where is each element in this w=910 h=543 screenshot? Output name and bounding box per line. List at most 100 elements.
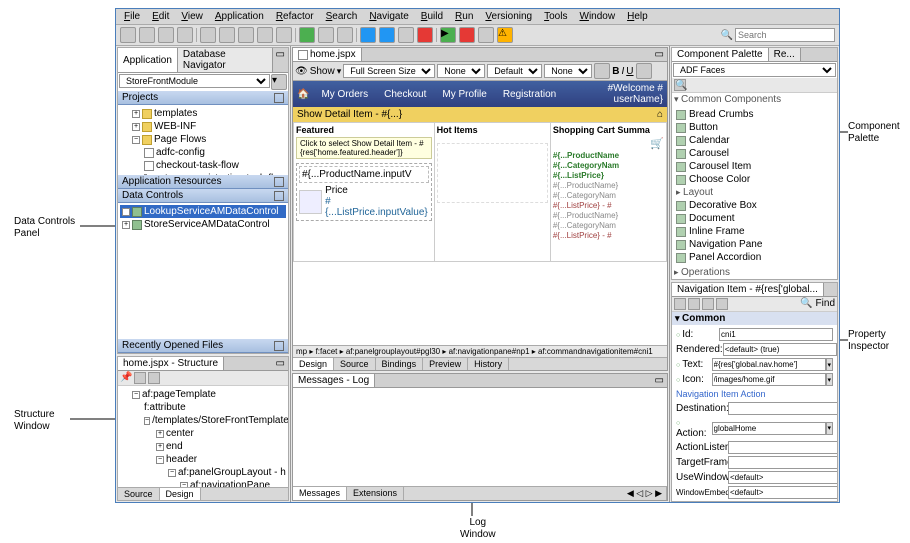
home-icon[interactable]: 🏠	[297, 89, 309, 100]
prop-wes-input[interactable]	[728, 486, 837, 499]
tab-property-inspector[interactable]: Navigation Item - #{res['global...	[672, 283, 824, 296]
app-resources-header[interactable]: Application Resources	[118, 175, 288, 189]
tree-flow[interactable]: checkout-task-flow	[120, 159, 286, 172]
prop-rendered-input[interactable]	[723, 343, 837, 356]
structure-tab-design[interactable]: Design	[160, 488, 201, 500]
editor-file-tab[interactable]: home.jspx	[293, 48, 362, 61]
pi-icon[interactable]	[702, 298, 714, 310]
editor-tab-bindings[interactable]: Bindings	[376, 358, 424, 370]
prop-uw-input[interactable]	[728, 471, 837, 484]
chevron-down-icon[interactable]: ▾	[826, 358, 833, 371]
palette-category[interactable]: ADF Faces	[673, 63, 836, 77]
menu-help[interactable]: Help	[627, 11, 648, 22]
menu-navigate[interactable]: Navigate	[369, 11, 408, 22]
tree-flow[interactable]: adfc-config	[120, 146, 286, 159]
menu-run[interactable]: Run	[455, 11, 473, 22]
nav-item[interactable]: My Orders	[317, 88, 372, 101]
italic-icon[interactable]: I	[621, 66, 624, 77]
save-icon[interactable]	[158, 27, 174, 43]
nav-item[interactable]: Registration	[499, 88, 560, 101]
style-select[interactable]: None	[437, 64, 485, 78]
tab-component-palette[interactable]: Component Palette	[672, 48, 769, 61]
pi-icon[interactable]	[716, 298, 728, 310]
chevron-down-icon[interactable]: ▾	[826, 422, 833, 435]
editor-tab-history[interactable]: History	[468, 358, 509, 370]
log-tab-extensions[interactable]: Extensions	[347, 487, 404, 500]
structure-node[interactable]: +end	[120, 440, 286, 453]
forward-icon[interactable]	[337, 27, 353, 43]
editor-tab-preview[interactable]: Preview	[423, 358, 468, 370]
component-item[interactable]: Carousel	[674, 147, 835, 160]
data-control-item[interactable]: +LookupServiceAMDataControl	[120, 205, 286, 218]
menu-versioning[interactable]: Versioning	[485, 11, 532, 22]
locale-select[interactable]: None	[544, 64, 592, 78]
tree-folder[interactable]: +WEB-INF	[120, 120, 286, 133]
project-menu-icon[interactable]: ▾	[271, 74, 287, 90]
chevron-down-icon[interactable]: ▾	[826, 373, 833, 386]
component-item[interactable]: Choose Color	[674, 173, 835, 186]
new-view-icon[interactable]	[148, 372, 160, 384]
structure-node[interactable]: −af:pageTemplate	[120, 388, 286, 401]
structure-node[interactable]: −header	[120, 453, 286, 466]
refresh-icon[interactable]	[594, 63, 610, 79]
minimize-icon[interactable]: ▭	[652, 374, 667, 387]
copy-icon[interactable]	[257, 27, 273, 43]
build-icon[interactable]	[360, 27, 376, 43]
component-item[interactable]: Carousel Item	[674, 160, 835, 173]
bold-icon[interactable]: B	[612, 66, 619, 77]
data-controls-header[interactable]: Data Controls	[118, 189, 288, 203]
prop-icon-input[interactable]	[712, 373, 826, 386]
recent-files-header[interactable]: Recently Opened Files	[118, 339, 288, 353]
component-item[interactable]: Bread Crumbs	[674, 108, 835, 121]
maximize-icon[interactable]: ▭	[652, 48, 667, 61]
open-icon[interactable]	[139, 27, 155, 43]
make-icon[interactable]	[379, 27, 395, 43]
menu-refactor[interactable]: Refactor	[276, 11, 314, 22]
pi-icon[interactable]	[674, 298, 686, 310]
new-icon[interactable]	[120, 27, 136, 43]
editor-breadcrumb[interactable]: mp ▸ f:facet ▸ af:panelgrouplayout#pgl30…	[293, 345, 667, 357]
prop-id-input[interactable]	[719, 328, 833, 341]
structure-node[interactable]: +center	[120, 427, 286, 440]
menu-application[interactable]: Application	[215, 11, 264, 22]
run-icon[interactable]: ▶	[440, 27, 456, 43]
minimize-icon[interactable]: ▭	[273, 48, 288, 72]
paint-icon[interactable]	[636, 63, 652, 79]
terminate-icon[interactable]	[417, 27, 433, 43]
audit-icon[interactable]: ⚠	[497, 27, 513, 43]
prop-text-input[interactable]	[712, 358, 826, 371]
component-item[interactable]: Inline Frame	[674, 225, 835, 238]
structure-tab-source[interactable]: Source	[118, 488, 160, 500]
projects-header[interactable]: Projects	[118, 91, 288, 105]
tab-application[interactable]: Application	[118, 48, 178, 72]
project-selector[interactable]: StoreFrontModule	[119, 74, 270, 88]
data-control-item[interactable]: +StoreServiceAMDataControl	[120, 218, 286, 231]
component-item[interactable]: Panel Accordion	[674, 251, 835, 264]
menu-window[interactable]: Window	[579, 11, 615, 22]
hot-items-region[interactable]: Hot Items	[435, 123, 551, 261]
underline-icon[interactable]: U	[626, 66, 633, 77]
common-section[interactable]: ▾ Common	[672, 312, 837, 325]
editor-tab-design[interactable]: Design	[293, 358, 334, 370]
minimize-icon[interactable]: ▭	[273, 357, 288, 370]
tab-resources[interactable]: Re...	[769, 48, 801, 61]
back-icon[interactable]	[318, 27, 334, 43]
log-nav-icons[interactable]: ◀ ◁ ▷ ▶	[623, 487, 667, 500]
component-item[interactable]: Button	[674, 121, 835, 134]
menu-search[interactable]: Search	[326, 11, 358, 22]
profile-icon[interactable]	[478, 27, 494, 43]
redo-icon[interactable]	[219, 27, 235, 43]
pi-icon[interactable]	[688, 298, 700, 310]
menu-tools[interactable]: Tools	[544, 11, 567, 22]
rebuild-icon[interactable]	[398, 27, 414, 43]
component-item[interactable]: Decorative Box	[674, 199, 835, 212]
visual-editor-canvas[interactable]: 🏠 My Orders Checkout My Profile Registra…	[293, 81, 667, 345]
editor-tab-source[interactable]: Source	[334, 358, 376, 370]
undo-icon[interactable]	[200, 27, 216, 43]
menu-file[interactable]: File	[124, 11, 140, 22]
nav-item[interactable]: My Profile	[438, 88, 490, 101]
component-item[interactable]: Navigation Pane	[674, 238, 835, 251]
debug-icon[interactable]	[459, 27, 475, 43]
palette-search-icon[interactable]: 🔍	[674, 79, 686, 91]
log-tab[interactable]: Messages - Log	[293, 374, 375, 387]
